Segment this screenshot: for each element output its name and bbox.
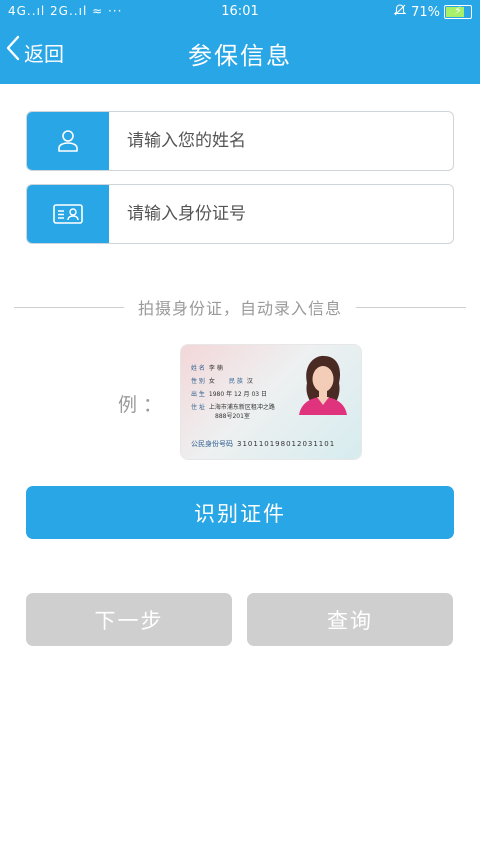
divider-line-left bbox=[14, 306, 124, 308]
card-sex-row: 性 别女民 族汉 bbox=[191, 378, 253, 385]
name-input[interactable] bbox=[109, 112, 453, 170]
divider-text: 拍摄身份证，自动录入信息 bbox=[138, 299, 343, 318]
status-right: 71% ⚡ bbox=[393, 3, 472, 21]
example-id-card: 姓 名李 楠 性 别女民 族汉 出 生 1980 年 12 月 03 日 住 址上… bbox=[181, 345, 361, 459]
battery-icon: ⚡ bbox=[444, 4, 472, 19]
divider-line-right bbox=[356, 306, 467, 308]
next-step-button[interactable]: 下一步 bbox=[26, 593, 232, 646]
card-photo bbox=[297, 353, 349, 415]
example-label: 例： bbox=[118, 394, 169, 416]
card-birth-row: 出 生 1980 年 12 月 03 日 bbox=[191, 391, 267, 398]
card-address-row: 住 址上海市浦东新区租冲之路 bbox=[191, 404, 275, 411]
recognize-id-button[interactable]: 识别证件 bbox=[26, 486, 454, 539]
page-title: 参保信息 bbox=[188, 42, 292, 70]
query-button[interactable]: 查询 bbox=[247, 593, 453, 646]
top-bar: 4G..ıl 2G..ıl ≈ ··· 16:01 71% ⚡ 返回 参保信息 bbox=[0, 0, 480, 84]
card-name-row: 姓 名李 楠 bbox=[191, 365, 223, 372]
user-icon bbox=[27, 112, 109, 170]
bell-off-icon bbox=[393, 3, 407, 21]
status-bar: 4G..ıl 2G..ıl ≈ ··· 16:01 71% ⚡ bbox=[0, 0, 480, 24]
card-address-row-2: 888号201室 bbox=[215, 413, 250, 420]
divider: 拍摄身份证，自动录入信息 bbox=[14, 296, 467, 318]
id-field-container bbox=[26, 184, 454, 244]
card-id-number-row: 公民身份号码 310110198012031101 bbox=[191, 440, 336, 448]
id-number-input[interactable] bbox=[109, 185, 453, 243]
id-card-icon bbox=[27, 185, 109, 243]
battery-percent: 71% bbox=[411, 4, 440, 20]
name-field-container bbox=[26, 111, 454, 171]
nav-bar: 返回 参保信息 bbox=[0, 24, 480, 84]
